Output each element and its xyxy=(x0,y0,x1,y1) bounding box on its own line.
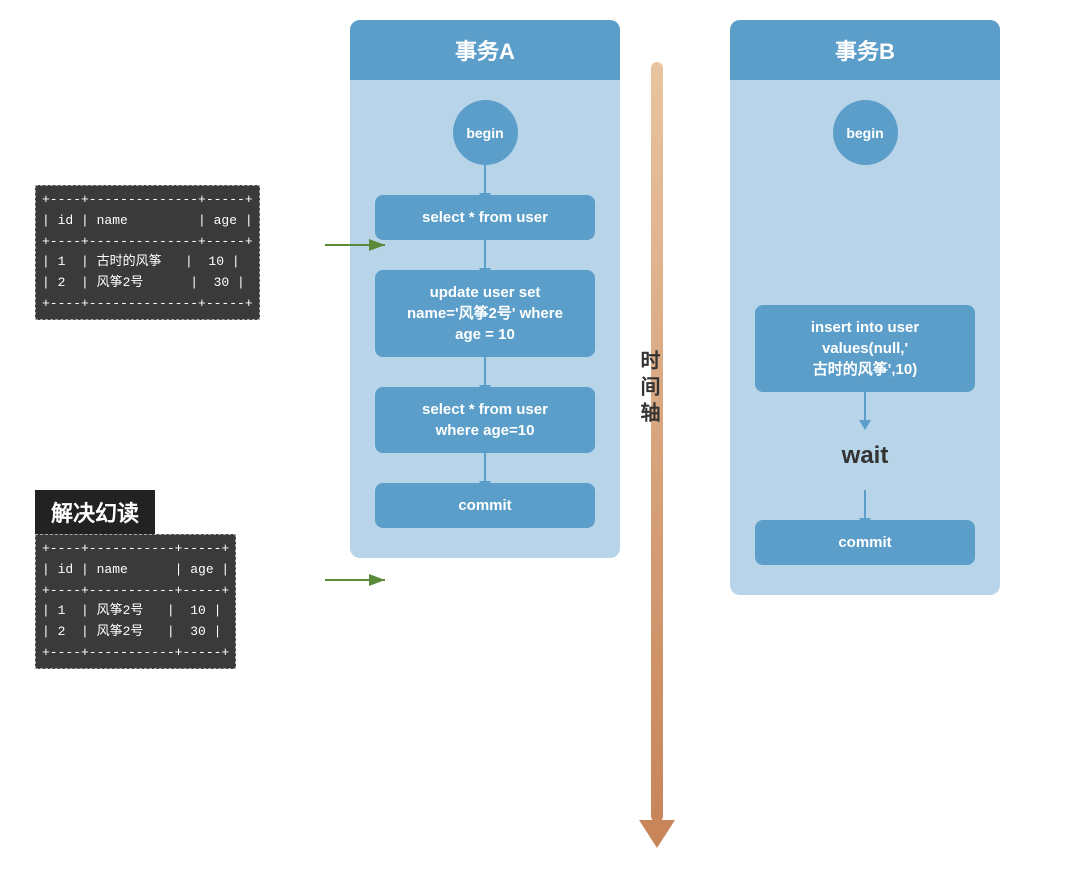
arrow-a-3 xyxy=(484,357,486,387)
transaction-b-begin: begin xyxy=(833,100,898,165)
transaction-b-wait: wait xyxy=(842,422,889,490)
second-table: +----+-----------+-----+ | id | name | a… xyxy=(35,534,236,669)
arrow-b-2 xyxy=(864,490,866,520)
arrow-a-2 xyxy=(484,240,486,270)
transaction-a-begin: begin xyxy=(453,100,518,165)
time-axis-line xyxy=(651,62,663,822)
time-axis-label: 时间轴 xyxy=(634,350,663,428)
transaction-a-column: 事务A begin select * from user update user… xyxy=(350,20,620,558)
arrow-b-1 xyxy=(864,392,866,422)
arrow-a-1 xyxy=(484,165,486,195)
transaction-a-update: update user setname='风筝2号' whereage = 10 xyxy=(375,270,595,357)
diagram-container: 事务A begin select * from user update user… xyxy=(0,0,1080,886)
first-table-container: +----+--------------+-----+ | id | name … xyxy=(35,185,260,320)
resolve-label: 解决幻读 xyxy=(35,490,155,534)
first-table: +----+--------------+-----+ | id | name … xyxy=(35,185,260,320)
time-axis-arrow xyxy=(639,820,675,848)
resolve-phantom-container: 解决幻读 +----+-----------+-----+ | id | nam… xyxy=(35,490,236,669)
transaction-b-column: 事务B begin insert into user values(null,'… xyxy=(730,20,1000,595)
transaction-b-header: 事务B xyxy=(730,20,1000,80)
transaction-a-header: 事务A xyxy=(350,20,620,80)
arrow-a-4 xyxy=(484,453,486,483)
transaction-a-select2: select * from userwhere age=10 xyxy=(375,387,595,453)
transaction-b-insert: insert into user values(null,'古时的风筝',10) xyxy=(755,305,975,392)
